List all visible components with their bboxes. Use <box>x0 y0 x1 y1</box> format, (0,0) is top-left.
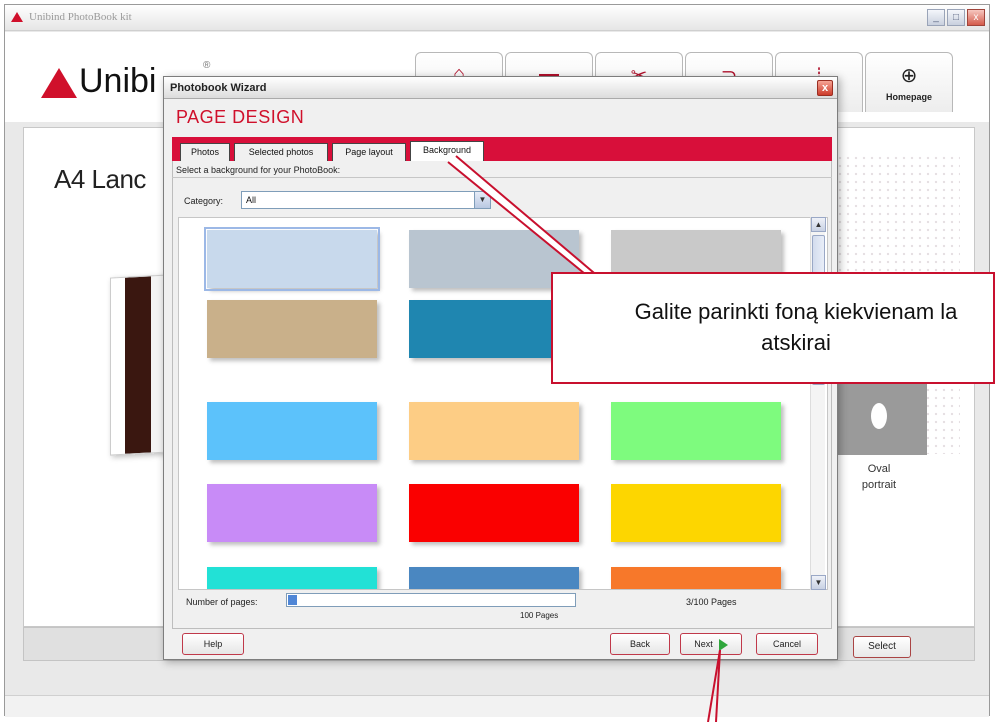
chevron-down-icon[interactable]: ▼ <box>474 192 490 208</box>
background-swatch-starfish-sand-photo[interactable] <box>207 300 377 358</box>
wizard-separator <box>172 177 832 178</box>
callout-box: Galite parinkti foną kiekvienam la atski… <box>551 272 995 384</box>
background-swatch-steel-blue[interactable] <box>409 567 579 589</box>
brand-logo-icon <box>41 68 77 98</box>
oval-portrait-thumbnail[interactable] <box>831 383 927 455</box>
category-label: Category: <box>184 196 224 206</box>
wizard-close-button[interactable]: x <box>817 80 833 96</box>
callout-line2: atskirai <box>761 330 831 355</box>
cancel-button[interactable]: Cancel <box>756 633 818 655</box>
oval-label-line2: portrait <box>861 479 897 491</box>
close-button[interactable]: x <box>967 9 985 26</box>
callout-text: Galite parinkti foną kiekvienam la atski… <box>561 296 995 358</box>
next-label: Next <box>694 639 713 649</box>
app-title: Unibind PhotoBook kit <box>29 11 132 23</box>
help-button[interactable]: Help <box>182 633 244 655</box>
main-titlebar: Unibind PhotoBook kit _ □ x <box>5 5 989 31</box>
screen: Unibind PhotoBook kit _ □ x Unibi ® ⌂ ▬ … <box>0 0 995 722</box>
tab-selected-photos[interactable]: Selected photos <box>234 143 328 161</box>
pages-slider-fill <box>288 595 297 605</box>
tab-page-layout[interactable]: Page layout <box>332 143 406 161</box>
callout-line1: Galite parinkti foną kiekvienam la <box>634 299 958 324</box>
app-logo-icon <box>11 12 23 22</box>
background-swatch-yellow[interactable] <box>611 484 781 542</box>
brand-name: Unibi <box>79 62 157 100</box>
wizard-instruction: Select a background for your PhotoBook: <box>176 165 341 175</box>
nav-tab-homepage-label: Homepage <box>885 92 932 102</box>
brand-trademark: ® <box>203 60 211 71</box>
background-swatch-lavender[interactable] <box>207 484 377 542</box>
background-swatch-light-green[interactable] <box>611 402 781 460</box>
back-button[interactable]: Back <box>610 633 670 655</box>
window-controls: _ □ x <box>927 9 985 26</box>
maximize-button[interactable]: □ <box>947 9 965 26</box>
wizard-heading: PAGE DESIGN <box>176 107 305 127</box>
background-swatch-peach[interactable] <box>409 402 579 460</box>
tab-background[interactable]: Background <box>410 141 484 161</box>
background-swatch-light-blue[interactable] <box>207 402 377 460</box>
minimize-button[interactable]: _ <box>927 9 945 26</box>
wizard-tab-bar: Photos Selected photos Page layout Backg… <box>172 137 832 161</box>
background-swatch-red[interactable] <box>409 484 579 542</box>
scroll-up-icon[interactable]: ▲ <box>811 217 826 232</box>
book-preview-image <box>110 274 170 456</box>
oval-portrait-label: Oval portrait <box>831 461 927 493</box>
pages-count: 3/100 Pages <box>686 597 737 607</box>
oval-shape <box>871 403 887 429</box>
background-swatch-turquoise[interactable] <box>207 567 377 589</box>
nav-tab-homepage[interactable]: ⊕ Homepage <box>865 52 953 112</box>
category-select[interactable]: All ▼ <box>241 191 491 209</box>
background-swatch-sky-texture[interactable] <box>204 227 380 291</box>
pages-max-label: 100 Pages <box>520 611 559 620</box>
format-title: A4 Lanc <box>54 164 146 194</box>
wizard-titlebar: Photobook Wizard x <box>164 77 837 99</box>
category-value: All <box>246 195 257 205</box>
scroll-down-icon[interactable]: ▼ <box>811 575 826 590</box>
next-button[interactable]: Next <box>680 633 742 655</box>
pages-slider[interactable] <box>286 593 576 607</box>
tab-photos[interactable]: Photos <box>180 143 230 161</box>
globe-icon: ⊕ <box>900 65 918 87</box>
oval-label-line1: Oval <box>867 463 891 475</box>
wizard-title: Photobook Wizard <box>170 82 267 94</box>
next-arrow-icon <box>718 638 728 651</box>
select-button[interactable]: Select <box>853 636 911 658</box>
status-strip <box>5 695 989 717</box>
background-swatch-orange[interactable] <box>611 567 781 589</box>
pages-label: Number of pages: <box>186 597 258 607</box>
